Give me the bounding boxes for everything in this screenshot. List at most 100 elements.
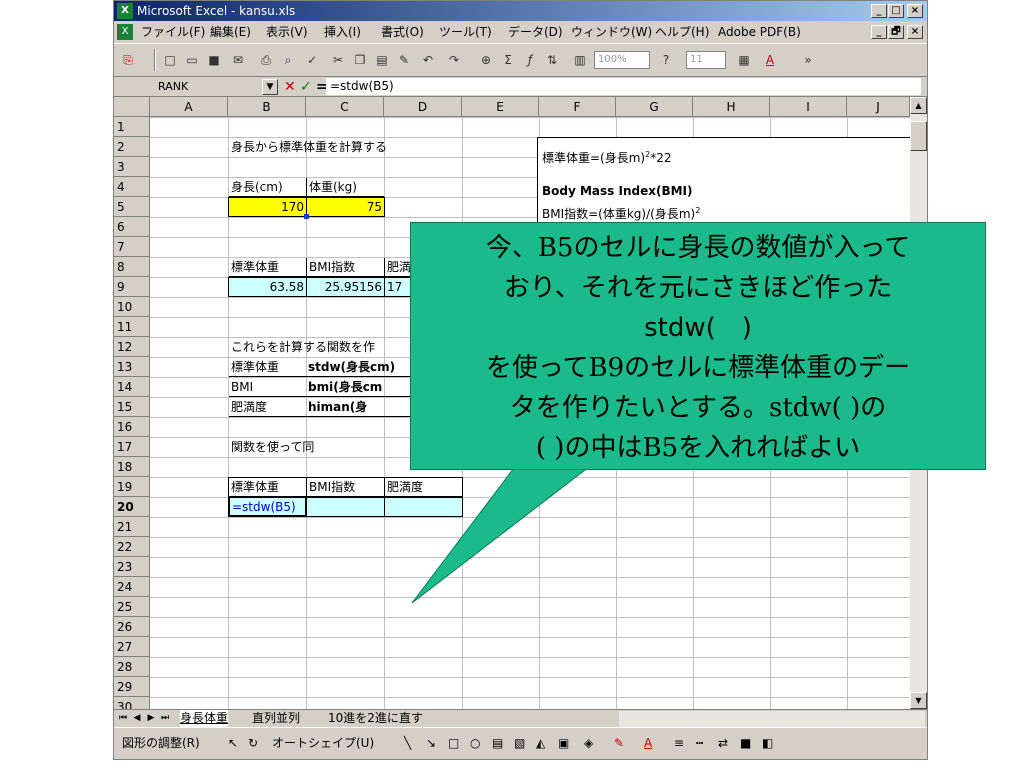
name-box[interactable]: RANK (150, 78, 260, 95)
draw-font-color-icon[interactable]: A (644, 728, 652, 758)
column-header-b[interactable]: B (228, 97, 306, 117)
paste-icon[interactable]: ▤ (372, 50, 392, 70)
row-header-8[interactable]: 8 (114, 257, 150, 277)
redo-icon[interactable]: ↷ (444, 50, 464, 70)
row-header-7[interactable]: 7 (114, 237, 150, 257)
toolbar-options-icon[interactable]: » (798, 50, 818, 70)
menu-adobe-pdf[interactable]: Adobe PDF(B) (718, 21, 801, 43)
draw-adjust-menu[interactable]: 図形の調整(R) (122, 728, 200, 758)
open-icon[interactable]: ▭ (182, 50, 202, 70)
doc-close-button[interactable]: × (907, 25, 923, 39)
pdf-icon[interactable]: ⎘ (118, 50, 138, 70)
row-header-20[interactable]: 20 (114, 497, 150, 517)
row-header-13[interactable]: 13 (114, 357, 150, 377)
select-all-corner[interactable] (114, 97, 150, 117)
row-header-27[interactable]: 27 (114, 637, 150, 657)
picture-icon[interactable]: ▣ (558, 728, 569, 758)
row-header-12[interactable]: 12 (114, 337, 150, 357)
row-header-10[interactable]: 10 (114, 297, 150, 317)
column-header-a[interactable]: A (150, 97, 228, 117)
menu-edit[interactable]: 編集(E) (210, 21, 251, 43)
font-size-select[interactable]: 11 (686, 51, 726, 69)
column-header-i[interactable]: I (770, 97, 847, 117)
save-icon[interactable]: ■ (204, 50, 224, 70)
select-objects-icon[interactable]: ↖ (228, 728, 238, 758)
column-header-f[interactable]: F (539, 97, 616, 117)
row-header-11[interactable]: 11 (114, 317, 150, 337)
sheet-tab-height-weight[interactable]: 身長体重 (180, 710, 229, 727)
email-icon[interactable]: ✉ (228, 50, 248, 70)
menu-help[interactable]: ヘルプ(H) (655, 21, 709, 43)
cell-d19[interactable]: 肥満度 (384, 477, 463, 497)
undo-icon[interactable]: ↶ (418, 50, 438, 70)
row-header-16[interactable]: 16 (114, 417, 150, 437)
function-icon[interactable]: ƒ (520, 50, 540, 70)
sheet-tab-series-parallel[interactable]: 直列並列 (252, 710, 300, 727)
cell-b9[interactable]: 63.58 (228, 277, 307, 297)
scroll-up-icon[interactable]: ▲ (910, 97, 927, 114)
row-header-2[interactable]: 2 (114, 137, 150, 157)
column-header-g[interactable]: G (616, 97, 693, 117)
cell-b8[interactable]: 標準体重 (229, 258, 306, 277)
cell-c19[interactable]: BMI指数 (306, 477, 385, 497)
row-header-18[interactable]: 18 (114, 457, 150, 477)
row-header-25[interactable]: 25 (114, 597, 150, 617)
autoshape-menu[interactable]: オートシェイプ(U) (272, 728, 374, 758)
arrow-icon[interactable]: ↘ (426, 728, 436, 758)
column-header-d[interactable]: D (384, 97, 462, 117)
dash-style-icon[interactable]: ┅ (696, 728, 703, 758)
row-header-6[interactable]: 6 (114, 217, 150, 237)
first-sheet-icon[interactable]: ⏮ (116, 711, 130, 726)
help-icon[interactable]: ? (656, 50, 676, 70)
enter-icon[interactable]: ✓ (300, 77, 312, 97)
horizontal-scrollbar[interactable] (619, 711, 925, 727)
3d-icon[interactable]: ◧ (762, 728, 773, 758)
line-icon[interactable]: ╲ (404, 728, 411, 758)
textbox-icon[interactable]: ▤ (492, 728, 503, 758)
row-header-30[interactable]: 30 (114, 697, 150, 709)
doc-restore-button[interactable]: 🗗 (888, 25, 904, 39)
row-header-29[interactable]: 29 (114, 677, 150, 697)
cell-b14[interactable]: BMI (229, 378, 306, 397)
row-header-21[interactable]: 21 (114, 517, 150, 537)
cell-c4[interactable]: 体重(kg) (306, 178, 384, 197)
cell-c8[interactable]: BMI指数 (306, 258, 384, 277)
menu-file[interactable]: ファイル(F) (141, 21, 205, 43)
cell-b5[interactable]: 170 (228, 197, 307, 217)
cancel-icon[interactable]: ✕ (284, 77, 296, 97)
next-sheet-icon[interactable]: ▶ (144, 711, 158, 726)
line-style-icon[interactable]: ≡ (674, 728, 684, 758)
row-header-9[interactable]: 9 (114, 277, 150, 297)
column-header-e[interactable]: E (462, 97, 539, 117)
zoom-select[interactable]: 100% (594, 51, 650, 69)
row-header-15[interactable]: 15 (114, 397, 150, 417)
row-header-4[interactable]: 4 (114, 177, 150, 197)
minimize-button[interactable]: _ (871, 4, 887, 18)
cell-c9[interactable]: 25.95156 (306, 277, 385, 297)
formula-input[interactable]: =stdw(B5) (326, 78, 921, 95)
cell-b13[interactable]: 標準体重 (229, 358, 306, 377)
arrow-style-icon[interactable]: ⇄ (718, 728, 728, 758)
fill-color-icon[interactable]: ◈ (584, 728, 593, 758)
line-color-icon[interactable]: ✎ (614, 728, 624, 758)
fill-handle[interactable] (304, 214, 309, 219)
format-painter-icon[interactable]: ✎ (394, 50, 414, 70)
close-button[interactable]: × (907, 4, 923, 18)
cell-b17[interactable]: 関数を使って同 (229, 438, 344, 457)
free-rotate-icon[interactable]: ↻ (248, 728, 258, 758)
spelling-icon[interactable]: ✓ (302, 50, 322, 70)
hyperlink-icon[interactable]: ⊕ (476, 50, 496, 70)
sheet-tab-decimal-to-binary[interactable]: 10進を2進に直す (328, 710, 423, 727)
cell-b15[interactable]: 肥満度 (229, 398, 306, 417)
new-icon[interactable]: □ (160, 50, 180, 70)
row-header-24[interactable]: 24 (114, 577, 150, 597)
last-sheet-icon[interactable]: ⏭ (158, 711, 172, 726)
menu-window[interactable]: ウィンドウ(W) (571, 21, 652, 43)
row-header-23[interactable]: 23 (114, 557, 150, 577)
clipart-icon[interactable]: ◭ (536, 728, 545, 758)
column-header-j[interactable]: J (847, 97, 910, 117)
name-box-dropdown-icon[interactable]: ▼ (262, 79, 278, 95)
row-header-17[interactable]: 17 (114, 437, 150, 457)
autosum-icon[interactable]: Σ (498, 50, 518, 70)
copy-icon[interactable]: ❐ (350, 50, 370, 70)
